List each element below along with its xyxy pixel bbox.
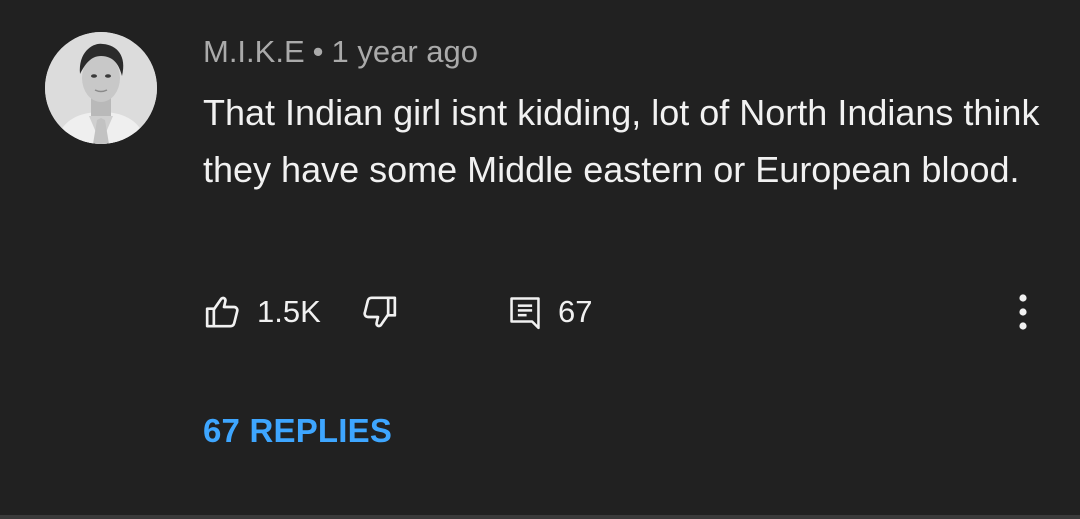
reply-count: 67 [558,294,593,329]
dislike-button[interactable] [359,287,399,337]
like-button[interactable]: 1.5K [203,287,321,337]
comment-text: That Indian girl isnt kidding, lot of No… [203,92,1040,190]
author-name[interactable]: M.I.K.E [203,34,305,69]
comment-meta: M.I.K.E • 1 year ago [203,34,478,70]
comment-icon [506,292,544,332]
more-vertical-icon [1013,290,1033,334]
view-replies-button[interactable]: 67 REPLIES [203,412,392,450]
timestamp[interactable]: 1 year ago [332,34,479,69]
like-count: 1.5K [257,294,321,329]
thumbs-up-icon [203,292,243,332]
reply-button[interactable]: 67 [506,287,592,337]
thumbs-down-icon [359,292,399,332]
comment-actions: 1.5K 67 [203,287,1063,337]
more-options-button[interactable] [1013,287,1033,337]
divider [0,515,1080,519]
avatar[interactable] [45,32,157,144]
meta-separator: • [312,34,324,69]
